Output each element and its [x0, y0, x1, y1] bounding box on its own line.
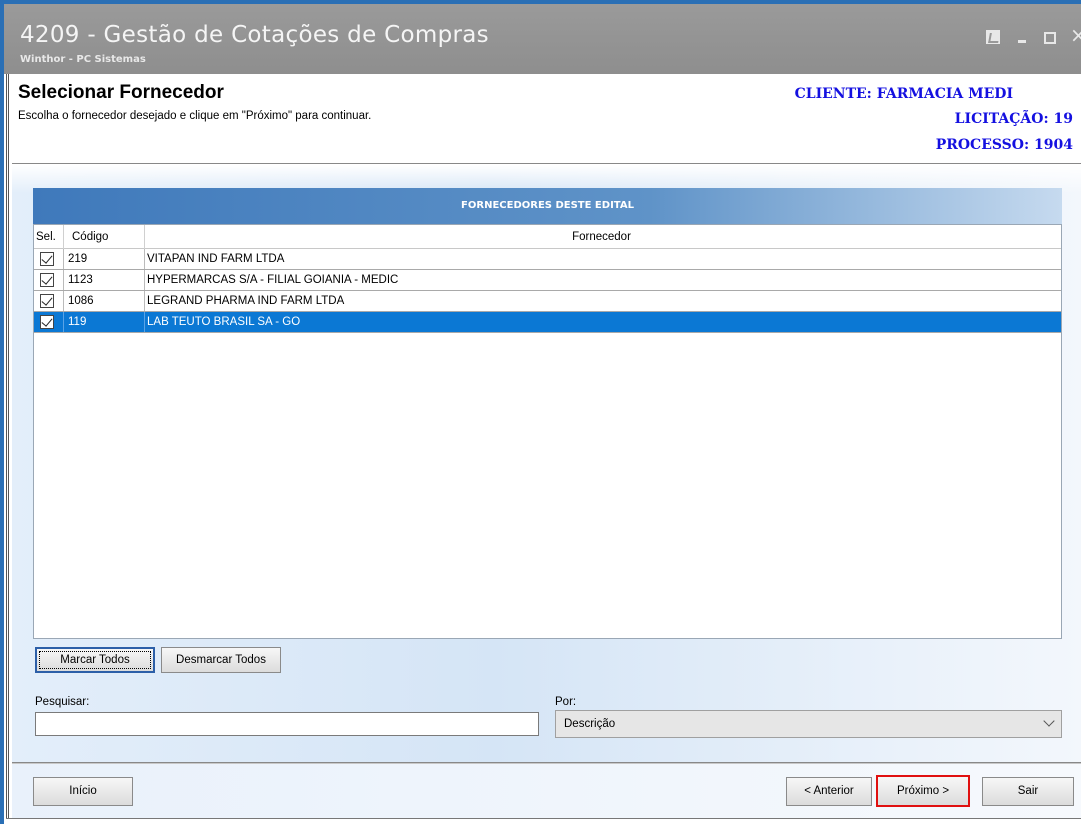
row-fornecedor: LEGRAND PHARMA IND FARM LTDA: [147, 295, 345, 307]
cliente-info: CLIENTE: FARMACIA MEDI: [794, 86, 1013, 102]
row-checkbox[interactable]: [40, 315, 54, 329]
page-header: Selecionar Fornecedor Escolha o forneced…: [18, 82, 371, 122]
grid-title: FORNECEDORES DESTE EDITAL: [33, 188, 1062, 224]
por-select[interactable]: Descrição: [555, 710, 1062, 738]
search-input[interactable]: [35, 712, 539, 736]
por-label: Por:: [555, 696, 577, 708]
row-codigo: 1123: [63, 270, 145, 290]
maximize-icon[interactable]: [1044, 32, 1056, 44]
marcar-todos-label: Marcar Todos: [60, 654, 130, 666]
row-codigo: 119: [63, 312, 145, 332]
search-label: Pesquisar:: [35, 696, 90, 708]
row-checkbox[interactable]: [40, 273, 54, 287]
inicio-button[interactable]: Início: [33, 777, 133, 806]
por-select-value: Descrição: [564, 718, 616, 730]
minimize-icon[interactable]: [1018, 40, 1026, 43]
restore-icon[interactable]: [986, 30, 1000, 44]
marcar-todos-button[interactable]: Marcar Todos: [35, 647, 155, 673]
table-row[interactable]: 1086 LEGRAND PHARMA IND FARM LTDA: [34, 291, 1061, 312]
sair-button[interactable]: Sair: [982, 777, 1074, 806]
desmarcar-todos-label: Desmarcar Todos: [176, 654, 266, 666]
row-fornecedor: VITAPAN IND FARM LTDA: [147, 253, 285, 265]
sair-label: Sair: [1017, 785, 1039, 797]
window-subtitle: Winthor - PC Sistemas: [20, 54, 146, 65]
inicio-label: Início: [69, 785, 97, 797]
page-description: Escolha o fornecedor desejado e clique e…: [18, 110, 372, 122]
licitacao-info: LICITAÇÃO: 19: [954, 111, 1073, 127]
column-codigo[interactable]: Código: [72, 231, 108, 243]
suppliers-grid[interactable]: Sel. Código Fornecedor 219 VITAPAN IND F…: [33, 224, 1062, 639]
row-fornecedor: HYPERMARCAS S/A - FILIAL GOIANIA - MEDIC: [147, 274, 399, 286]
anterior-button[interactable]: < Anterior: [786, 777, 872, 806]
anterior-label: < Anterior: [804, 785, 854, 797]
title-bar[interactable]: 4209 - Gestão de Cotações de Compras Win…: [4, 4, 1081, 74]
row-codigo: 1086: [63, 291, 145, 311]
grid-column-header: Sel. Código Fornecedor: [34, 225, 1061, 249]
chevron-down-icon: [1043, 715, 1055, 727]
window-title: 4209 - Gestão de Cotações de Compras: [20, 22, 489, 48]
window-bottom-edge: [6, 818, 1081, 824]
table-row[interactable]: 1123 HYPERMARCAS S/A - FILIAL GOIANIA - …: [34, 270, 1061, 291]
processo-info: PROCESSO: 1904: [935, 137, 1073, 153]
row-checkbox[interactable]: [40, 252, 54, 266]
page-title: Selecionar Fornecedor: [18, 82, 224, 103]
table-row-selected[interactable]: 119 LAB TEUTO BRASIL SA - GO: [34, 312, 1061, 333]
row-codigo: 219: [63, 249, 145, 269]
header-divider: [12, 163, 1081, 164]
proximo-label: Próximo >: [896, 785, 950, 797]
close-icon[interactable]: ×: [1070, 26, 1081, 46]
row-checkbox[interactable]: [40, 294, 54, 308]
column-divider: [63, 225, 64, 249]
column-sel[interactable]: Sel.: [36, 231, 56, 243]
proximo-button[interactable]: Próximo >: [876, 775, 970, 807]
column-fornecedor[interactable]: Fornecedor: [144, 231, 1059, 243]
table-row[interactable]: 219 VITAPAN IND FARM LTDA: [34, 249, 1061, 270]
desmarcar-todos-button[interactable]: Desmarcar Todos: [161, 647, 281, 673]
row-fornecedor: LAB TEUTO BRASIL SA - GO: [147, 316, 301, 328]
